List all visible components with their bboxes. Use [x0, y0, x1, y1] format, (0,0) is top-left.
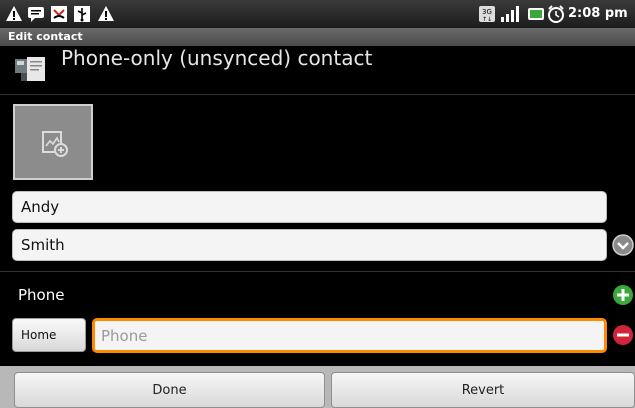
battery-icon: [528, 8, 544, 20]
phone-section-label: Phone: [18, 286, 65, 304]
done-button[interactable]: Done: [14, 372, 325, 408]
phone-account-icon: [15, 57, 45, 81]
last-name-field[interactable]: Smith: [12, 229, 607, 261]
svg-text:3G: 3G: [482, 8, 492, 16]
phone-type-selector[interactable]: Home: [12, 318, 86, 352]
add-photo-icon: [42, 131, 68, 157]
add-phone-button[interactable]: [612, 284, 634, 306]
warning-icon: [98, 6, 114, 21]
alarm-icon: [548, 5, 564, 23]
screen-title: Edit contact: [8, 30, 83, 43]
header-divider: [0, 94, 635, 95]
phone-field[interactable]: Phone: [92, 318, 607, 353]
signal-icon: [501, 6, 519, 22]
status-time: 2:08 pm: [568, 6, 628, 21]
missed-call-icon: [51, 6, 67, 22]
account-label: Phone-only (unsynced) contact: [61, 46, 373, 70]
status-bar: 3G ↑↓ 2:08 pm: [0, 0, 635, 28]
usb-icon: [74, 6, 90, 22]
contact-photo-button[interactable]: [13, 104, 93, 180]
expand-name-button[interactable]: [612, 234, 634, 256]
first-name-field[interactable]: Andy: [12, 191, 607, 223]
warning-icon: [6, 6, 22, 21]
revert-button[interactable]: Revert: [331, 372, 635, 408]
remove-phone-button[interactable]: [612, 324, 634, 346]
title-bar: Edit contact: [0, 28, 635, 46]
3g-icon: 3G ↑↓: [479, 6, 495, 23]
svg-text:↑↓: ↑↓: [482, 16, 492, 23]
section-divider: [0, 271, 635, 272]
message-icon: [28, 7, 44, 22]
